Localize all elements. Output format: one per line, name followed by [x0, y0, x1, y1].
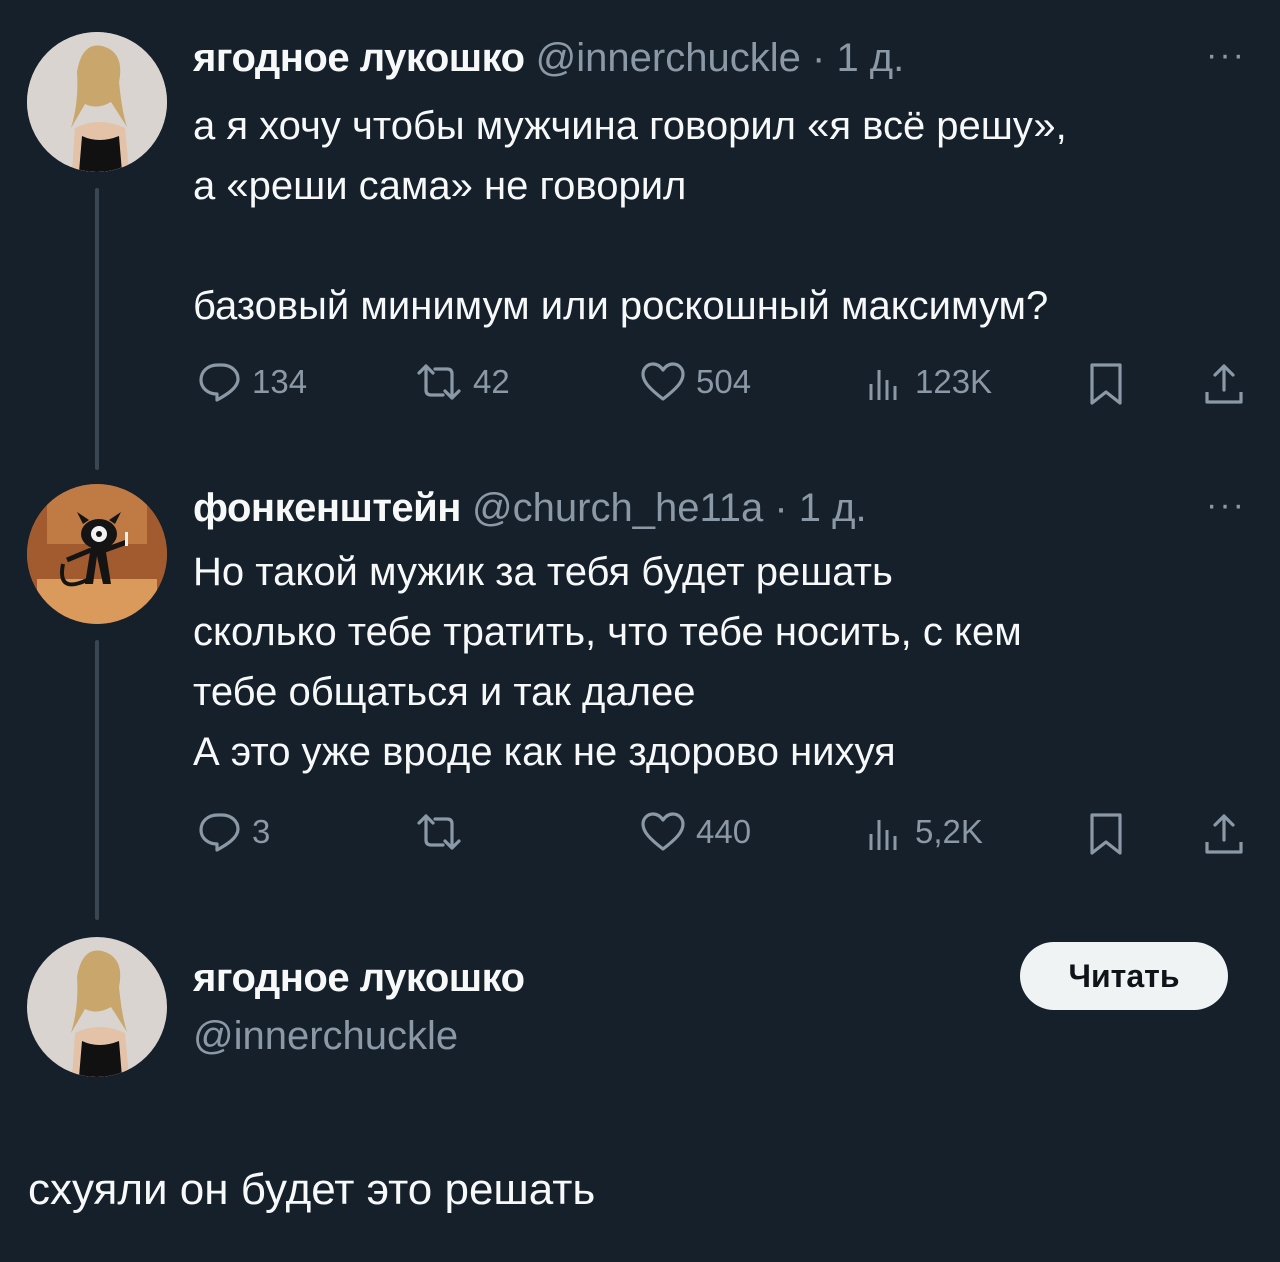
handle[interactable]: @innerchuckle	[193, 1014, 458, 1058]
woman-photo-icon	[27, 937, 167, 1077]
author-name-row: ягодное лукошко	[193, 954, 525, 1002]
main-tweet: ягодное лукошко @innerchuckle Читать сху…	[0, 0, 1280, 1262]
author-handle-row: @innerchuckle	[193, 1012, 458, 1060]
tweet-text: схуяли он будет это решать	[28, 1165, 596, 1214]
display-name[interactable]: ягодное лукошко	[193, 956, 525, 1000]
avatar[interactable]	[27, 937, 167, 1077]
follow-button[interactable]: Читать	[1020, 942, 1228, 1010]
